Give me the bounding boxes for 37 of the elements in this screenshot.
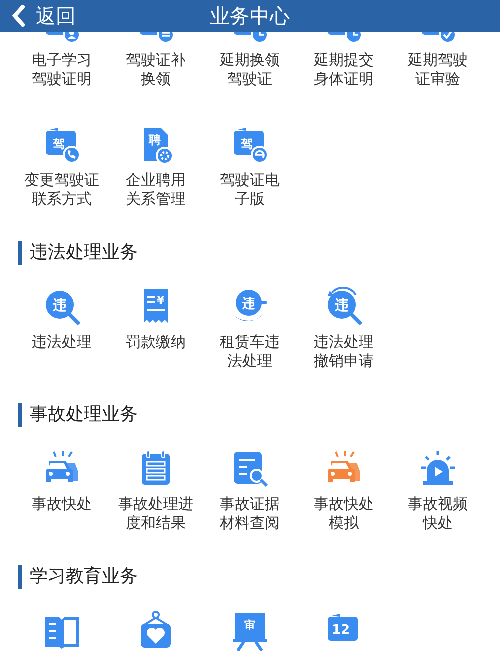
service-label[interactable]: 延期提交 [314,51,374,70]
service-label[interactable]: 驾驶证 [228,70,272,89]
service-label[interactable]: 驾驶证电 [220,171,280,190]
service-label[interactable]: 违法处理 [314,333,374,352]
service-label[interactable]: 身体证明 [314,70,374,89]
service-label[interactable]: 子版 [235,190,265,209]
service-label[interactable]: 关系管理 [126,190,186,209]
service-label[interactable]: 违法处理 [32,333,92,352]
section-title: 事故处理业务 [18,403,500,427]
service-label[interactable]: 企业聘用 [126,171,186,190]
service-label[interactable]: 法处理 [228,352,272,371]
service-label[interactable]: 事故处理进 [118,495,194,514]
service-label[interactable]: 延期换领 [220,51,280,70]
service-label[interactable]: 事故证据 [220,495,280,514]
service-label[interactable]: 事故视频 [408,495,468,514]
service-label[interactable]: 事故快处 [314,495,374,514]
service-label[interactable]: 罚款缴纳 [126,333,186,352]
service-label[interactable]: 租赁车违 [220,333,280,352]
service-label[interactable]: 联系方式 [32,190,92,209]
back-icon [12,5,26,27]
service-label[interactable]: 材料查阅 [220,514,280,533]
service-label[interactable]: 证审验 [416,70,460,89]
service-label[interactable]: 电子学习 [32,51,92,70]
service-label[interactable]: 延期驾驶 [408,51,468,70]
service-label[interactable]: 驾驶证补 [126,51,186,70]
back-button[interactable]: 返回 [8,2,98,30]
page-title: 业务中心 [209,3,291,30]
service-label[interactable]: 模拟 [329,514,359,533]
service-label[interactable]: 驾驶证明 [32,70,92,89]
service-label[interactable]: 撤销申请 [314,352,374,371]
service-label[interactable]: 度和结果 [126,514,186,533]
section-title: 学习教育业务 [18,565,500,589]
service-label[interactable]: 变更驾驶证 [24,171,100,190]
service-label[interactable]: 事故快处 [32,495,92,514]
section-title: 违法处理业务 [18,241,500,265]
service-label[interactable]: 换领 [141,70,171,89]
service-label[interactable]: 快处 [423,514,453,533]
